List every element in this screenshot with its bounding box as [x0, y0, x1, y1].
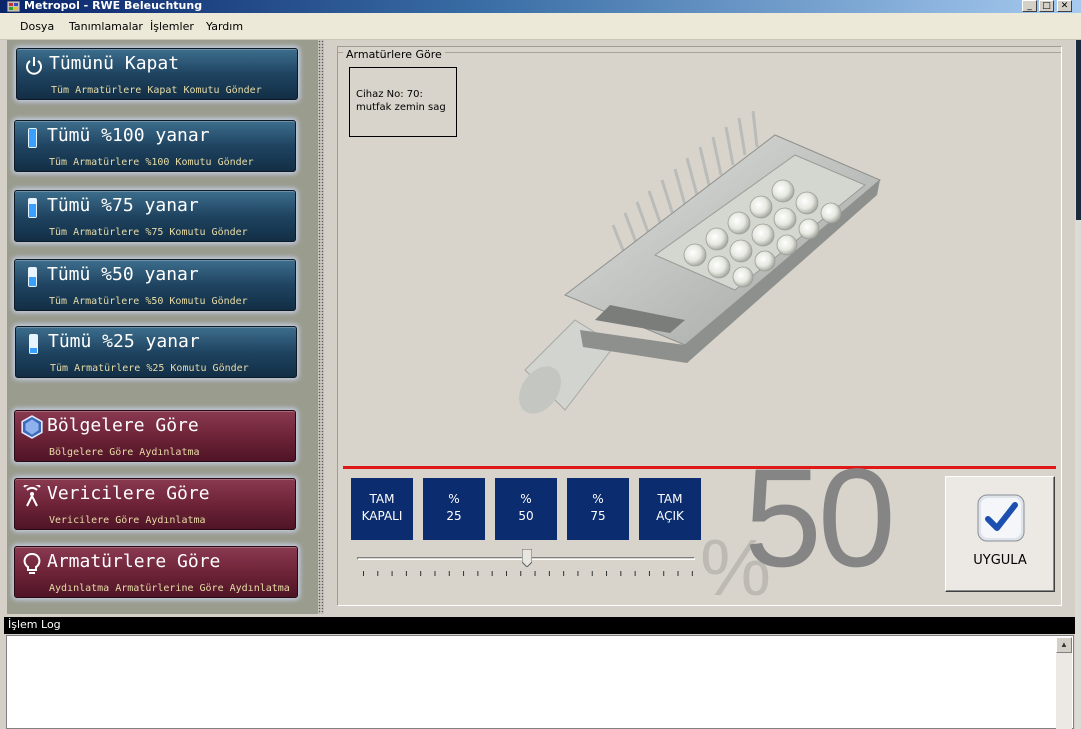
checkmark-icon	[977, 494, 1025, 542]
menu-tanimlamalar[interactable]: Tanımlamalar	[69, 20, 143, 33]
log-scrollbar[interactable]: ▲	[1056, 637, 1072, 729]
power-icon	[26, 57, 42, 75]
all-50-sub: Tüm Armatürlere %50 Komutu Gönder	[49, 296, 248, 307]
level-off-button[interactable]: TAM KAPALI	[350, 477, 414, 541]
by-fixture-sub: Aydınlatma Armatürlerine Göre Aydınlatma	[49, 583, 290, 594]
street-light-image	[519, 110, 881, 414]
level-75-icon	[28, 198, 37, 218]
level-off-line1: TAM	[369, 492, 395, 506]
device-info-box: Cihaz No: 70: mutfak zemin sag	[349, 67, 457, 137]
background-window-edge	[1076, 40, 1081, 220]
by-transmitter-sub: Vericilere Göre Aydınlatma	[49, 515, 206, 526]
log-textarea[interactable]: ▲	[6, 635, 1074, 729]
level-off-line2: KAPALI	[361, 509, 403, 523]
all-100-label: Tümü %100 yanar	[47, 125, 210, 146]
all-off-button[interactable]: Tümünü Kapat Tüm Armatürlere Kapat Komut…	[16, 48, 298, 100]
level-slider-thumb[interactable]	[522, 549, 532, 567]
all-75-button[interactable]: Tümü %75 yanar Tüm Armatürlere %75 Komut…	[14, 190, 296, 242]
menu-dosya[interactable]: Dosya	[20, 20, 54, 33]
log-title: İşlem Log	[8, 618, 61, 631]
bulb-icon	[23, 553, 41, 574]
all-25-sub: Tüm Armatürlere %25 Komutu Gönder	[50, 363, 249, 374]
all-off-sub: Tüm Armatürlere Kapat Komutu Gönder	[51, 85, 262, 96]
antenna-icon	[23, 485, 41, 507]
log-header: İşlem Log	[4, 617, 1075, 634]
level-slider-ticks	[363, 571, 693, 576]
group-border	[338, 52, 1061, 53]
all-50-button[interactable]: Tümü %50 yanar Tüm Armatürlere %50 Komut…	[14, 259, 296, 311]
level-75-line2: 75	[590, 509, 606, 523]
all-100-sub: Tüm Armatürlere %100 Komutu Gönder	[49, 157, 254, 168]
group-title: Armatürlere Göre	[343, 48, 445, 61]
all-75-label: Tümü %75 yanar	[47, 195, 199, 216]
all-100-button[interactable]: Tümü %100 yanar Tüm Armatürlere %100 Kom…	[14, 120, 296, 172]
all-75-sub: Tüm Armatürlere %75 Komutu Gönder	[49, 227, 248, 238]
level-25-icon	[29, 334, 38, 354]
panel-splitter[interactable]	[318, 40, 324, 614]
device-number: Cihaz No: 70:	[356, 89, 423, 100]
level-75-button[interactable]: % 75	[566, 477, 630, 541]
maximize-button[interactable]: □	[1039, 0, 1054, 12]
apply-button[interactable]: UYGULA	[945, 476, 1055, 592]
window-title: Metropol - RWE Beleuchtung	[24, 0, 203, 12]
by-transmitter-button[interactable]: Vericilere Göre Vericilere Göre Aydınlat…	[14, 478, 296, 530]
level-25-line2: 25	[446, 509, 462, 523]
level-on-line1: TAM	[657, 492, 683, 506]
all-off-label: Tümünü Kapat	[49, 53, 180, 74]
apply-label: UYGULA	[973, 553, 1027, 568]
by-fixture-button[interactable]: Armatürlere Göre Aydınlatma Armatürlerin…	[14, 546, 298, 598]
device-location: mutfak zemin sag	[356, 102, 446, 113]
scroll-up-icon[interactable]: ▲	[1056, 637, 1072, 653]
all-50-label: Tümü %50 yanar	[47, 264, 199, 285]
level-on-button[interactable]: TAM AÇIK	[638, 477, 702, 541]
by-region-sub: Bölgelere Göre Aydınlatma	[49, 447, 200, 458]
close-button[interactable]: ✕	[1057, 0, 1072, 12]
level-divider	[343, 466, 1056, 469]
level-on-line2: AÇIK	[656, 509, 684, 523]
level-100-icon	[28, 128, 37, 148]
level-25-line1: %	[448, 492, 460, 506]
hexagon-icon	[21, 415, 43, 439]
minimize-button[interactable]: _	[1022, 0, 1037, 12]
level-50-line2: 50	[518, 509, 534, 523]
by-transmitter-label: Vericilere Göre	[47, 483, 210, 504]
by-region-label: Bölgelere Göre	[47, 415, 199, 436]
level-50-icon	[28, 267, 37, 287]
all-25-button[interactable]: Tümü %25 yanar Tüm Armatürlere %25 Komut…	[15, 326, 297, 378]
level-50-button[interactable]: % 50	[494, 477, 558, 541]
level-75-line1: %	[592, 492, 604, 506]
by-region-button[interactable]: Bölgelere Göre Bölgelere Göre Aydınlatma	[14, 410, 296, 462]
title-bar: Metropol - RWE Beleuchtung _ □ ✕	[0, 0, 1081, 13]
menu-islemler[interactable]: İşlemler	[150, 20, 194, 33]
menu-yardim[interactable]: Yardım	[206, 20, 243, 33]
all-25-label: Tümü %25 yanar	[48, 331, 200, 352]
by-fixture-label: Armatürlere Göre	[47, 551, 221, 572]
percent-value-display: 50	[744, 439, 896, 596]
level-25-button[interactable]: % 25	[422, 477, 486, 541]
app-icon	[7, 1, 20, 12]
level-50-line1: %	[520, 492, 532, 506]
menu-bar: Dosya Tanımlamalar İşlemler Yardım	[0, 13, 1081, 40]
